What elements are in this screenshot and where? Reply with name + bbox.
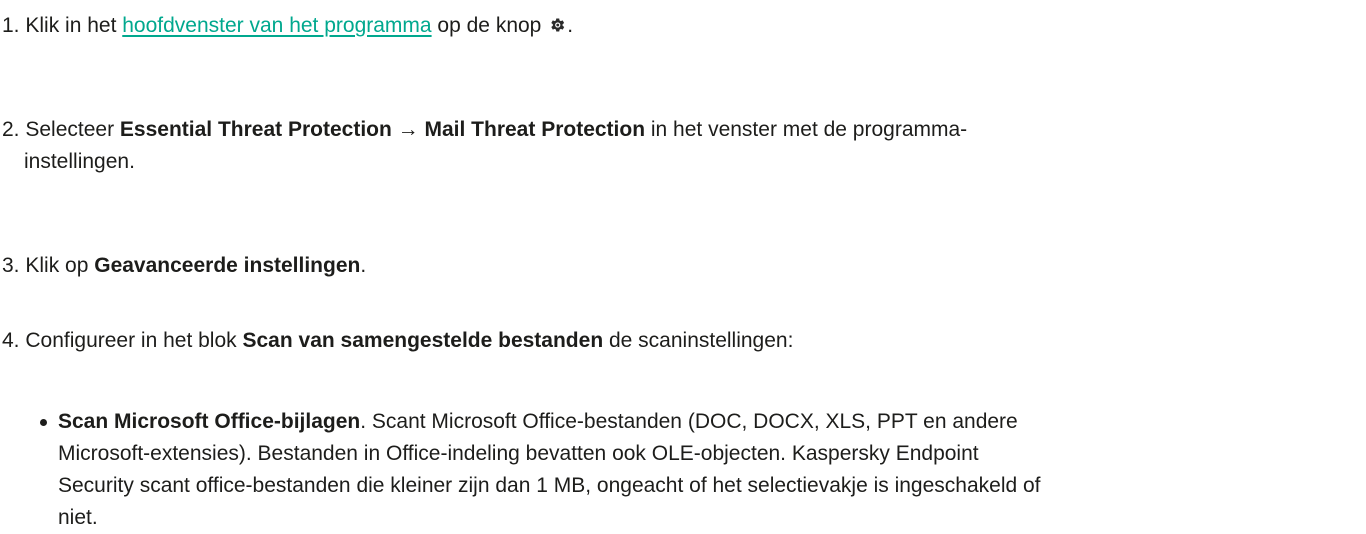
compound-files-block-label: Scan van samengestelde bestanden [242,329,604,352]
step-number: 4. [2,329,20,352]
step-text: Configureer in het blok [25,329,243,352]
step-4: 4. Configureer in het blok Scan van same… [2,325,1342,357]
bullet-office-attachments: Scan Microsoft Office-bijlagen. Scant Mi… [40,406,1348,534]
step-number: 3. [2,254,20,277]
step-number: 1. [2,14,20,37]
step-text: op de knop [431,14,548,37]
step-number: 2. [2,118,20,141]
step-text: Selecteer [25,118,120,141]
main-window-link[interactable]: hoofdvenster van het programma [122,14,431,37]
gear-icon [548,12,566,32]
step-2: 2. Selecteer Essential Threat Protection… [2,114,1342,178]
step-3: 3. Klik op Geavanceerde instellingen. [2,250,1342,282]
bullet-line-1: Scan Microsoft Office-bijlagen. Scant Mi… [58,410,1018,433]
step-text: Klik op [25,254,95,277]
step-text-continuation: instellingen. [24,150,135,173]
office-attachments-label: Scan Microsoft Office-bijlagen [58,410,361,433]
menu-path-essential: Essential Threat Protection [119,118,392,141]
bullet-line-4: niet. [58,506,98,529]
step-text: . [360,254,367,277]
step-text: . [567,14,574,37]
step-text: Klik in het [25,14,123,37]
instructions-page: 1. Klik in het hoofdvenster van het prog… [0,0,1366,529]
bullet-line-3: Security scant office-bestanden die klei… [58,474,1041,497]
bullet-dot [40,419,47,426]
advanced-settings-label: Geavanceerde instellingen [94,254,361,277]
bullet-line-2: Microsoft-extensies). Bestanden in Offic… [58,442,979,465]
menu-path-mail: Mail Threat Protection [424,118,646,141]
step-text: in het venster met de programma- [645,118,968,141]
step-1: 1. Klik in het hoofdvenster van het prog… [2,10,1342,42]
step-text: de scaninstellingen: [603,329,794,352]
arrow-separator: → [391,118,425,141]
